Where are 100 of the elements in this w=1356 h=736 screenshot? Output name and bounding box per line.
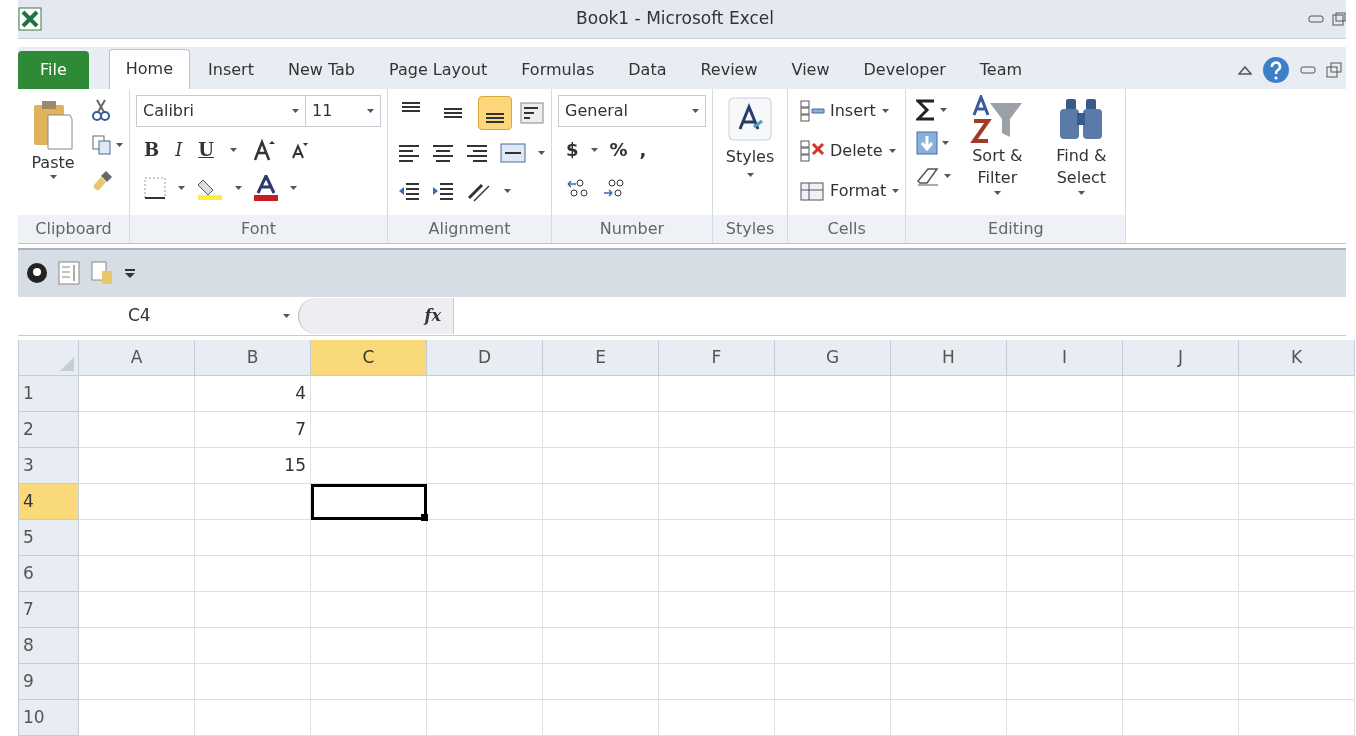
number-format-field[interactable]: General [558, 94, 706, 127]
table-cell[interactable] [775, 556, 891, 592]
align-left-icon[interactable] [398, 143, 420, 162]
table-cell[interactable] [195, 556, 311, 592]
editing-button[interactable]: Find & Select [1043, 94, 1120, 195]
row-header[interactable]: 8 [19, 628, 79, 664]
table-cell[interactable] [1239, 628, 1355, 664]
table-cell[interactable] [543, 484, 659, 520]
shrink-font-icon[interactable] [291, 140, 310, 159]
restore-icon[interactable] [1326, 61, 1342, 78]
row-header[interactable]: 7 [19, 592, 79, 628]
table-cell[interactable] [543, 520, 659, 556]
table-cell[interactable] [311, 592, 427, 628]
column-header[interactable]: H [891, 340, 1007, 376]
font-style-button[interactable]: I [175, 136, 183, 164]
help-icon[interactable] [1262, 55, 1290, 84]
row-header[interactable]: 5 [19, 520, 79, 556]
table-cell[interactable] [79, 520, 195, 556]
wrap-text-icon[interactable] [520, 100, 544, 125]
table-cell[interactable] [79, 376, 195, 412]
table-cell[interactable]: 15 [195, 448, 311, 484]
column-header[interactable]: K [1239, 340, 1355, 376]
table-cell[interactable] [543, 376, 659, 412]
table-cell[interactable] [427, 376, 543, 412]
table-cell[interactable] [775, 592, 891, 628]
number-format-button[interactable]: $ [566, 136, 579, 164]
table-cell[interactable] [775, 700, 891, 736]
ribbon-tab[interactable]: Data [612, 50, 683, 89]
increase-indent-icon[interactable] [432, 180, 454, 201]
row-header[interactable]: 6 [19, 556, 79, 592]
scissors-icon[interactable] [92, 98, 110, 121]
table-cell[interactable] [79, 664, 195, 700]
table-cell[interactable]: 4 [195, 376, 311, 412]
table-cell[interactable] [1123, 592, 1239, 628]
column-header[interactable]: D [427, 340, 543, 376]
table-cell[interactable] [1239, 664, 1355, 700]
insert-function-button[interactable]: fx [424, 303, 441, 328]
decrease-indent-icon[interactable] [398, 180, 420, 201]
ribbon-tab[interactable]: New Tab [271, 50, 371, 89]
customize-toolbar-icon[interactable] [124, 267, 136, 280]
column-header[interactable]: E [543, 340, 659, 376]
column-header[interactable]: C [311, 340, 427, 376]
table-cell[interactable] [427, 664, 543, 700]
table-cell[interactable] [79, 556, 195, 592]
table-cell[interactable] [1123, 448, 1239, 484]
table-cell[interactable] [891, 484, 1007, 520]
table-cell[interactable] [891, 556, 1007, 592]
table-cell[interactable] [427, 448, 543, 484]
table-cell[interactable] [79, 628, 195, 664]
table-cell[interactable] [1007, 556, 1123, 592]
font-style-button[interactable]: B [144, 136, 160, 164]
table-cell[interactable] [891, 520, 1007, 556]
font-color-icon[interactable] [254, 174, 278, 201]
fill-down-icon[interactable] [916, 130, 939, 155]
row-header[interactable]: 9 [19, 664, 79, 700]
ribbon-tab[interactable]: Team [963, 50, 1039, 89]
table-cell[interactable] [427, 484, 543, 520]
ribbon-tab[interactable]: Formulas [505, 50, 611, 89]
font-size-field[interactable]: 11 [306, 94, 381, 127]
table-cell[interactable] [775, 376, 891, 412]
table-cell[interactable] [659, 448, 775, 484]
table-cell[interactable] [1239, 376, 1355, 412]
merge-cells-icon[interactable] [500, 142, 526, 163]
table-cell[interactable] [195, 484, 311, 520]
table-cell[interactable] [775, 520, 891, 556]
table-cell[interactable] [543, 556, 659, 592]
active-cell[interactable] [311, 484, 427, 520]
form-icon[interactable] [58, 261, 80, 286]
table-cell[interactable] [659, 556, 775, 592]
table-cell[interactable] [1007, 412, 1123, 448]
table-cell[interactable] [79, 412, 195, 448]
table-cell[interactable] [891, 412, 1007, 448]
table-cell[interactable] [311, 700, 427, 736]
grow-font-icon[interactable] [253, 138, 276, 161]
table-cell[interactable] [1123, 664, 1239, 700]
borders-icon[interactable] [144, 176, 166, 199]
table-cell[interactable] [659, 628, 775, 664]
table-cell[interactable] [543, 628, 659, 664]
table-cell[interactable] [195, 700, 311, 736]
table-cell[interactable] [1239, 520, 1355, 556]
table-cell[interactable] [427, 700, 543, 736]
table-cell[interactable] [1007, 484, 1123, 520]
table-cell[interactable] [195, 592, 311, 628]
ribbon-tab[interactable]: Insert [192, 50, 270, 89]
table-cell[interactable] [775, 484, 891, 520]
table-cell[interactable] [1239, 700, 1355, 736]
table-cell[interactable] [659, 592, 775, 628]
table-cell[interactable] [311, 520, 427, 556]
number-format-button[interactable]: % [609, 136, 628, 164]
table-cell[interactable] [775, 448, 891, 484]
table-cell[interactable] [891, 700, 1007, 736]
column-header[interactable]: I [1007, 340, 1123, 376]
table-cell[interactable] [1007, 520, 1123, 556]
table-cell[interactable] [1123, 412, 1239, 448]
documents-icon[interactable] [90, 261, 114, 286]
table-cell[interactable] [311, 628, 427, 664]
number-format-button[interactable]: , [639, 136, 647, 164]
table-cell[interactable] [543, 448, 659, 484]
copy-icon[interactable] [92, 134, 112, 155]
table-cell[interactable] [1123, 376, 1239, 412]
